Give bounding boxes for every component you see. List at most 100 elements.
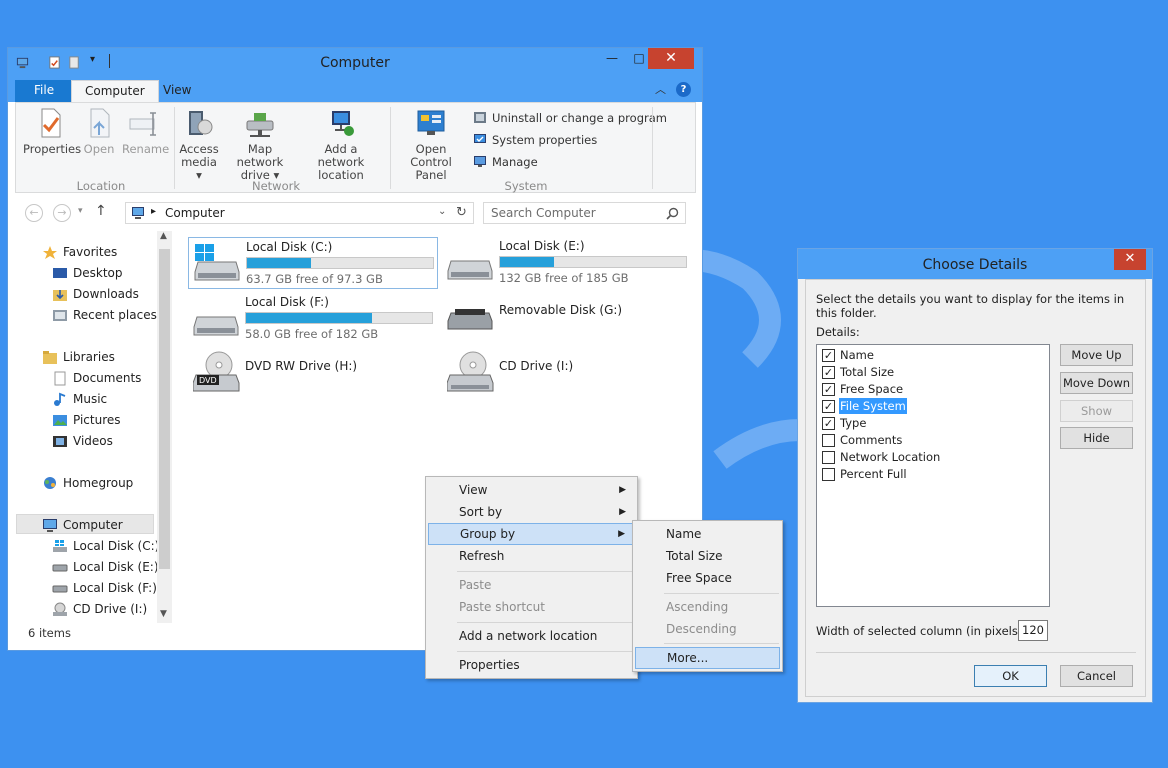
drive-free-space: 58.0 GB free of 182 GB — [245, 327, 379, 341]
checkbox[interactable]: ✓ — [822, 417, 835, 430]
column-width-input[interactable]: 120 — [1018, 620, 1048, 641]
search-icon[interactable] — [666, 207, 679, 220]
checkbox[interactable]: ✓ — [822, 366, 835, 379]
drive-usage-bar — [499, 256, 687, 268]
nav-downloads[interactable]: Downloads — [53, 287, 139, 301]
menu-item-properties[interactable]: Properties — [428, 654, 635, 676]
nav-homegroup[interactable]: Homegroup — [44, 476, 133, 490]
menu-item-sort-by[interactable]: Sort by ▶ — [428, 501, 635, 523]
map-network-drive-button[interactable]: Map network drive ▾ — [224, 107, 296, 182]
refresh-icon[interactable]: ↻ — [456, 205, 467, 220]
checkbox[interactable] — [822, 451, 835, 464]
submenu-item-name[interactable]: Name — [635, 523, 780, 545]
drive-item-h[interactable]: DVD DVD RW Drive (H:) — [188, 349, 438, 401]
checkbox[interactable] — [822, 468, 835, 481]
drive-item-f[interactable]: Local Disk (F:) 58.0 GB free of 182 GB — [188, 293, 438, 345]
drive-usage-fill — [247, 258, 312, 268]
dialog-close-button[interactable]: ✕ — [1114, 249, 1146, 270]
system-properties-button[interactable]: System properties — [473, 133, 597, 147]
scroll-up-icon[interactable]: ▲ — [160, 231, 167, 241]
address-dropdown-icon[interactable]: ⌄ — [438, 206, 446, 217]
manage-button[interactable]: Manage — [473, 155, 538, 169]
details-label: Details: — [816, 325, 860, 339]
breadcrumb-chevron-icon[interactable]: ▸ — [151, 206, 156, 217]
search-input[interactable]: Search Computer — [483, 202, 686, 224]
navigation-scrollbar[interactable]: ▲ ▼ — [157, 231, 172, 623]
properties-button[interactable]: Properties — [23, 107, 81, 156]
submenu-item-free-space[interactable]: Free Space — [635, 567, 780, 589]
address-bar[interactable]: ▸ Computer ⌄ ↻ — [125, 202, 474, 224]
close-button[interactable]: ✕ — [648, 48, 694, 69]
menu-item-add-network-location[interactable]: Add a network location — [428, 625, 635, 647]
scrollbar-thumb[interactable] — [159, 249, 170, 569]
submenu-item-total-size[interactable]: Total Size — [635, 545, 780, 567]
nav-desktop[interactable]: Desktop — [53, 266, 123, 280]
menu-item-paste[interactable]: Paste — [428, 574, 635, 596]
breadcrumb-computer[interactable]: Computer — [165, 206, 225, 220]
rename-button[interactable]: Rename — [122, 107, 169, 156]
menu-item-paste-shortcut[interactable]: Paste shortcut — [428, 596, 635, 618]
nav-libraries[interactable]: Libraries — [43, 350, 115, 364]
back-button[interactable]: ← — [25, 204, 43, 222]
open-control-panel-button[interactable]: Open Control Panel — [394, 107, 468, 182]
move-up-button[interactable]: Move Up — [1060, 344, 1133, 366]
nav-pictures[interactable]: Pictures — [53, 413, 121, 427]
menu-item-view[interactable]: View ▶ — [428, 479, 635, 501]
system-group-label: System — [504, 179, 548, 193]
drive-item-e[interactable]: Local Disk (E:) 132 GB free of 185 GB — [442, 237, 692, 289]
music-icon — [54, 392, 66, 406]
drive-item-c[interactable]: Local Disk (C:) 63.7 GB free of 97.3 GB — [188, 237, 438, 289]
drive-item-g[interactable]: Removable Disk (G:) — [442, 293, 692, 345]
cd-drive-icon — [447, 351, 494, 392]
show-button[interactable]: Show — [1060, 400, 1133, 422]
nav-local-disk-c[interactable]: Local Disk (C:) — [53, 539, 159, 553]
drive-usage-fill — [246, 313, 373, 323]
submenu-item-ascending[interactable]: Ascending — [635, 596, 780, 618]
windows-drive-icon — [53, 540, 67, 552]
open-button[interactable]: Open — [81, 107, 117, 156]
nav-favorites[interactable]: Favorites — [43, 245, 117, 259]
minimize-button[interactable]: — — [598, 48, 626, 69]
drive-usage-bar — [245, 312, 433, 324]
add-network-location-button[interactable]: Add a network location — [300, 107, 382, 182]
dialog-title: Choose Details — [922, 257, 1028, 273]
access-media-button[interactable]: Access media ▾ — [178, 107, 220, 182]
drive-item-i[interactable]: CD Drive (I:) — [442, 349, 692, 401]
drive-usage-bar — [246, 257, 434, 269]
tab-file[interactable]: File — [15, 80, 74, 102]
up-button[interactable]: ↑ — [95, 203, 107, 219]
tab-view[interactable]: View — [150, 80, 204, 102]
submenu-item-descending[interactable]: Descending — [635, 618, 780, 640]
nav-cd-drive-i[interactable]: CD Drive (I:) — [53, 602, 147, 616]
collapse-ribbon-icon[interactable]: ︿ — [655, 81, 666, 97]
nav-videos[interactable]: Videos — [53, 434, 113, 448]
context-menu: View ▶ Sort by ▶ Group by ▶ Refresh Paste P… — [425, 476, 638, 679]
network-group-label: Network — [251, 179, 301, 193]
checkbox[interactable]: ✓ — [822, 400, 835, 413]
cancel-button[interactable]: Cancel — [1060, 665, 1133, 687]
nav-music[interactable]: Music — [54, 392, 107, 406]
nav-recent-places[interactable]: Recent places — [53, 308, 157, 322]
recent-locations-icon[interactable]: ▾ — [78, 206, 83, 216]
hide-button[interactable]: Hide — [1060, 427, 1133, 449]
drive-icon — [52, 564, 68, 572]
checkbox[interactable]: ✓ — [822, 383, 835, 396]
menu-item-group-by[interactable]: Group by ▶ — [428, 523, 635, 545]
nav-local-disk-f[interactable]: Local Disk (F:) — [52, 581, 157, 595]
nav-local-disk-e[interactable]: Local Disk (E:) — [52, 560, 159, 574]
scroll-down-icon[interactable]: ▼ — [160, 609, 167, 619]
forward-button[interactable]: → — [53, 204, 71, 222]
uninstall-program-button[interactable]: Uninstall or change a program — [473, 111, 667, 125]
move-down-button[interactable]: Move Down — [1060, 372, 1133, 394]
title-bar: ▾ Computer — □ ✕ — [8, 48, 702, 78]
submenu-item-more[interactable]: More... — [635, 647, 780, 669]
tab-computer[interactable]: Computer — [71, 80, 159, 102]
menu-item-refresh[interactable]: Refresh — [428, 545, 635, 567]
ok-button[interactable]: OK — [974, 665, 1047, 687]
nav-computer[interactable]: Computer — [43, 518, 123, 532]
help-icon[interactable]: ? — [676, 82, 691, 97]
checkbox[interactable] — [822, 434, 835, 447]
checkbox[interactable]: ✓ — [822, 349, 835, 362]
drive-usage-fill — [500, 257, 554, 267]
nav-documents[interactable]: Documents — [54, 371, 141, 386]
